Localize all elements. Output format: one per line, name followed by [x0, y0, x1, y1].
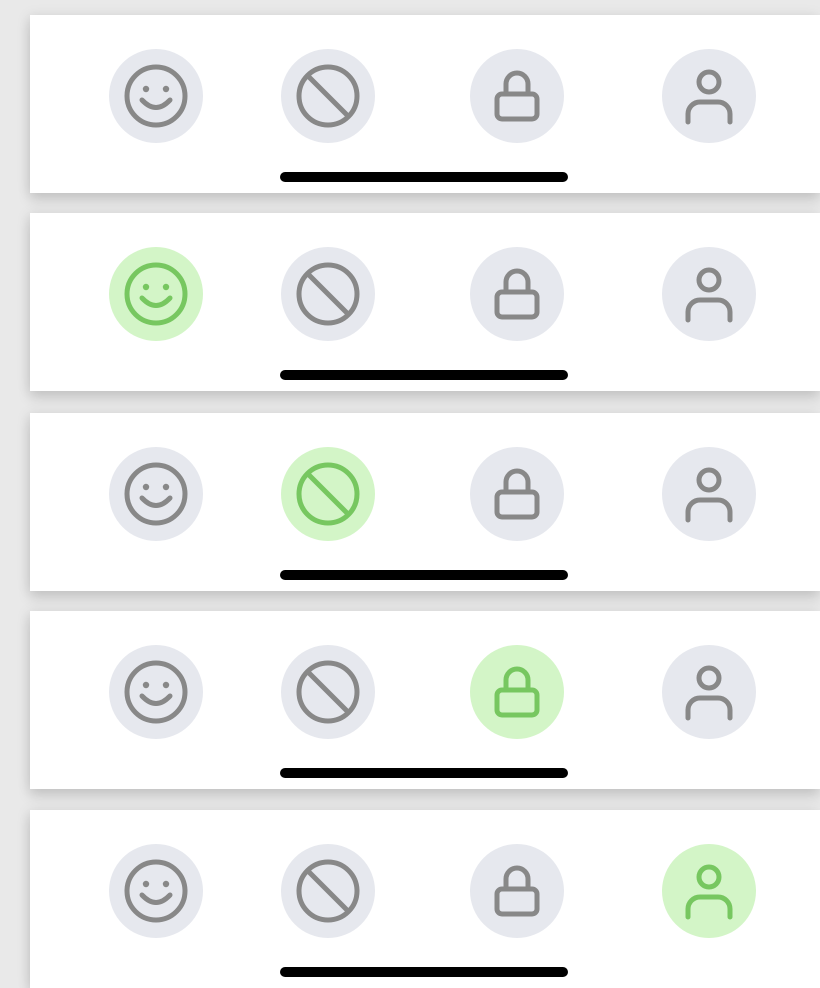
- block-icon: [296, 64, 360, 128]
- smile-icon: [124, 462, 188, 526]
- user-icon: [685, 864, 733, 920]
- smile-button[interactable]: [109, 447, 203, 541]
- user-button[interactable]: [662, 49, 756, 143]
- lock-button[interactable]: [470, 247, 564, 341]
- block-button[interactable]: [281, 844, 375, 938]
- block-icon: [296, 462, 360, 526]
- block-button[interactable]: [281, 447, 375, 541]
- toolbar-panel: [30, 413, 820, 591]
- lock-button[interactable]: [470, 49, 564, 143]
- user-icon: [685, 665, 733, 721]
- user-button[interactable]: [662, 844, 756, 938]
- lock-icon: [494, 666, 540, 718]
- toolbar-panel: [30, 611, 820, 789]
- home-indicator: [280, 172, 568, 182]
- lock-icon: [494, 268, 540, 320]
- home-indicator: [280, 967, 568, 977]
- block-icon: [296, 660, 360, 724]
- lock-icon: [494, 70, 540, 122]
- smile-button[interactable]: [109, 645, 203, 739]
- block-button[interactable]: [281, 247, 375, 341]
- user-button[interactable]: [662, 447, 756, 541]
- smile-button[interactable]: [109, 49, 203, 143]
- smile-icon: [124, 859, 188, 923]
- lock-button[interactable]: [470, 844, 564, 938]
- smile-button[interactable]: [109, 844, 203, 938]
- lock-icon: [494, 865, 540, 917]
- lock-button[interactable]: [470, 447, 564, 541]
- smile-icon: [124, 660, 188, 724]
- lock-button[interactable]: [470, 645, 564, 739]
- smile-button[interactable]: [109, 247, 203, 341]
- toolbar-panel: [30, 15, 820, 193]
- user-button[interactable]: [662, 247, 756, 341]
- home-indicator: [280, 768, 568, 778]
- toolbar-panel: [30, 213, 820, 391]
- user-icon: [685, 267, 733, 323]
- user-icon: [685, 69, 733, 125]
- home-indicator: [280, 570, 568, 580]
- block-icon: [296, 262, 360, 326]
- block-icon: [296, 859, 360, 923]
- block-button[interactable]: [281, 49, 375, 143]
- user-icon: [685, 467, 733, 523]
- user-button[interactable]: [662, 645, 756, 739]
- smile-icon: [124, 262, 188, 326]
- home-indicator: [280, 370, 568, 380]
- lock-icon: [494, 468, 540, 520]
- toolbar-panel: [30, 810, 820, 988]
- smile-icon: [124, 64, 188, 128]
- block-button[interactable]: [281, 645, 375, 739]
